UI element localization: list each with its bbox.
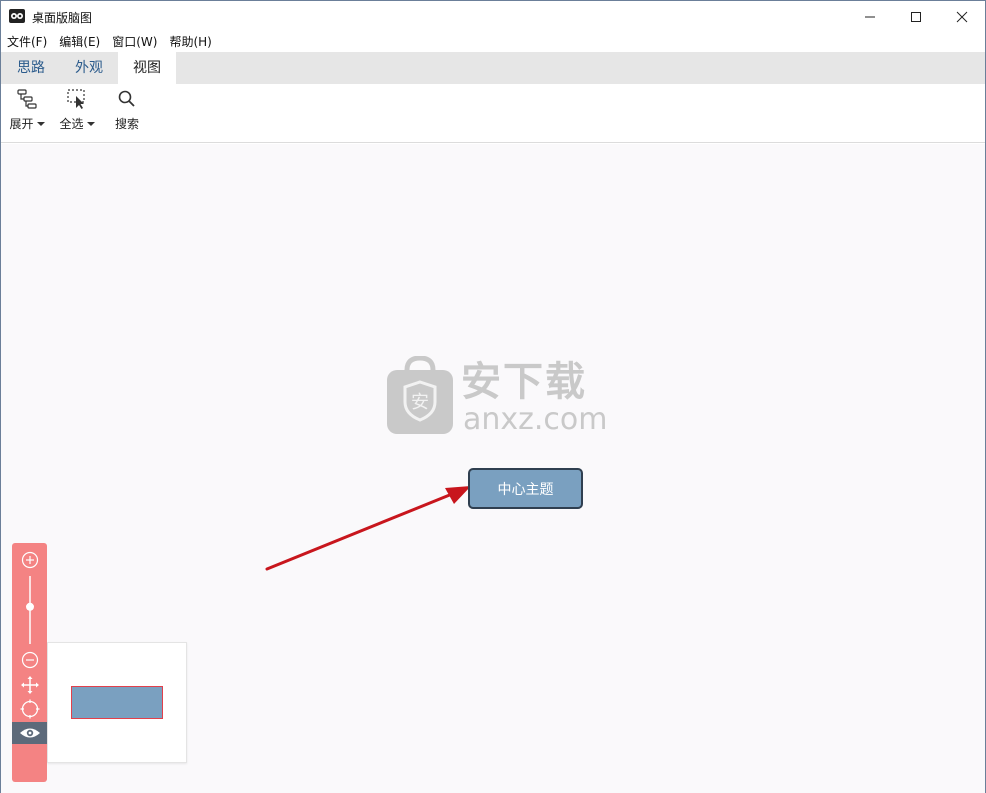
zoom-in-button[interactable]: [12, 550, 47, 570]
move-arrows-icon: [20, 676, 39, 694]
zoom-out-icon: [21, 651, 38, 669]
zoom-slider-thumb: [25, 602, 34, 611]
minimap-viewport[interactable]: [71, 686, 163, 719]
close-button[interactable]: [939, 1, 985, 32]
search-button[interactable]: 搜索: [111, 88, 143, 138]
menu-help[interactable]: 帮助(H): [163, 32, 217, 52]
watermark-main-text: 安下载: [461, 359, 587, 405]
pointer-arrow: [265, 486, 471, 571]
mindmap-canvas[interactable]: 安 安下载 anxz.com 中心主题: [1, 144, 985, 793]
search-icon: [116, 88, 138, 110]
minimap[interactable]: [47, 642, 187, 763]
maximize-button[interactable]: [893, 1, 939, 32]
center-map-button[interactable]: [12, 698, 47, 720]
maximize-icon: [911, 11, 921, 22]
menu-window[interactable]: 窗口(W): [106, 32, 163, 52]
zoom-slider[interactable]: [12, 574, 47, 646]
menu-bar: 文件(F) 编辑(E) 窗口(W) 帮助(H): [1, 32, 985, 52]
menu-file[interactable]: 文件(F): [1, 32, 53, 52]
target-icon: [20, 699, 39, 719]
minimize-icon: [865, 16, 875, 17]
owl-app-icon: [9, 8, 25, 24]
expand-label: 展开: [9, 117, 34, 131]
view-toolbar: 展开 全选 搜索: [1, 84, 985, 143]
zoom-out-button[interactable]: [12, 650, 47, 670]
select-all-icon: [66, 88, 88, 110]
watermark: 安 安下载 anxz.com: [385, 356, 608, 438]
select-all-button[interactable]: 全选: [57, 88, 97, 138]
close-icon: [956, 11, 968, 22]
watermark-shield-text: 安: [411, 392, 429, 413]
expand-tree-icon: [16, 88, 38, 110]
shield-bag-icon: 安: [387, 356, 453, 434]
tab-view[interactable]: 视图: [118, 52, 176, 84]
title-bar: 桌面版脑图: [1, 1, 985, 32]
expand-button[interactable]: 展开: [7, 88, 47, 138]
minimize-button[interactable]: [847, 1, 893, 32]
central-topic-node[interactable]: 中心主题: [468, 468, 583, 509]
zoom-slider-track: [25, 576, 34, 644]
zoom-control-panel: [12, 543, 47, 782]
watermark-sub-text: anxz.com: [463, 402, 608, 437]
tab-appearance[interactable]: 外观: [61, 52, 117, 84]
select-all-label: 全选: [59, 117, 84, 131]
zoom-in-icon: [21, 551, 38, 569]
chevron-down-icon: [36, 121, 45, 126]
eye-icon: [19, 728, 40, 738]
chevron-down-icon: [86, 121, 95, 126]
window-title: 桌面版脑图: [32, 11, 93, 25]
ribbon-tab-strip: 思路 外观 视图: [1, 52, 985, 84]
tab-idea[interactable]: 思路: [3, 52, 59, 84]
search-label: 搜索: [114, 117, 139, 131]
pan-button[interactable]: [12, 674, 47, 696]
toggle-minimap-button[interactable]: [12, 722, 47, 744]
app-window: 桌面版脑图 文件(F) 编辑(E) 窗口(W) 帮助(H) 思路 外观 视图 展…: [0, 0, 986, 793]
menu-edit[interactable]: 编辑(E): [53, 32, 106, 52]
